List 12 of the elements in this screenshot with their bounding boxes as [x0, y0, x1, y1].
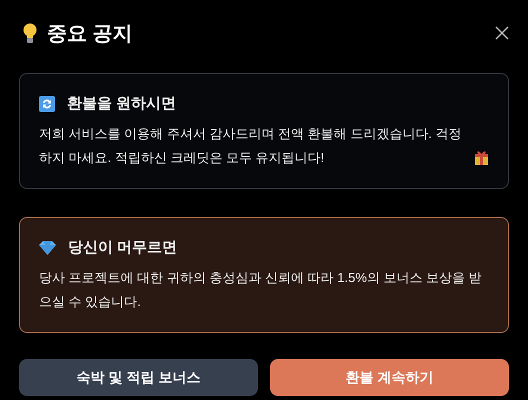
- close-button[interactable]: [493, 24, 511, 42]
- card-heading: 당신이 머무르면: [68, 238, 178, 257]
- card-heading: 환불을 원하시면: [67, 94, 176, 113]
- light-bulb-icon: [23, 22, 37, 44]
- gift-icon: [474, 150, 489, 165]
- bonus-button[interactable]: 숙박 및 적립 보너스: [19, 359, 258, 396]
- gem-icon: [39, 240, 56, 255]
- close-icon: [495, 26, 509, 40]
- dialog-title: 중요 공지: [47, 22, 133, 46]
- card-text: 저희 서비스를 이용해 주셔서 감사드리며 전액 환불해 드리겠습니다. 걱정하지 마세요. 적립하신 크레딧은 모두 유지됩니다!: [39, 125, 463, 167]
- card-text: 당사 프로젝트에 대한 귀하의 충성심과 신뢰에 따라 1.5%의 보너스 보상을 받으실 수 있습니다.: [39, 269, 483, 311]
- refresh-icon: [39, 96, 55, 112]
